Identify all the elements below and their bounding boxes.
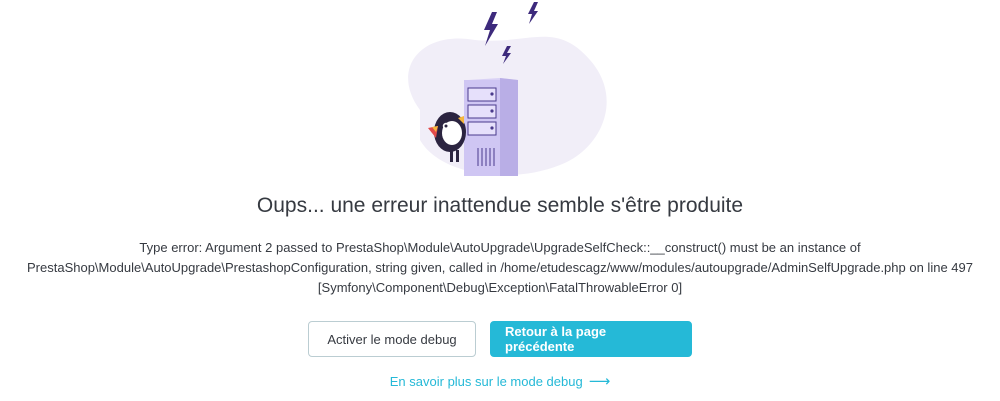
- error-illustration: [408, 2, 607, 176]
- error-message-line: Type error: Argument 2 passed to PrestaS…: [139, 240, 861, 255]
- error-message-line: [Symfony\Component\Debug\Exception\Fatal…: [317, 280, 683, 295]
- error-message: Type error: Argument 2 passed to PrestaS…: [0, 238, 1000, 298]
- server-icon: [464, 78, 518, 176]
- error-page: Oups... une erreur inattendue semble s'ê…: [0, 0, 1000, 401]
- learn-more: En savoir plus sur le mode debug ⟶: [0, 372, 1000, 390]
- learn-more-label: En savoir plus sur le mode debug: [389, 374, 583, 389]
- learn-more-debug-link[interactable]: En savoir plus sur le mode debug ⟶: [389, 373, 611, 390]
- back-button[interactable]: Retour à la page précédente: [490, 321, 692, 357]
- error-message-line: PrestaShop\Module\AutoUpgrade\Prestashop…: [27, 260, 973, 275]
- action-buttons: Activer le mode debug Retour à la page p…: [0, 321, 1000, 357]
- error-title: Oups... une erreur inattendue semble s'ê…: [256, 194, 744, 217]
- enable-debug-button[interactable]: Activer le mode debug: [308, 321, 476, 357]
- arrow-right-icon: ⟶: [588, 373, 611, 390]
